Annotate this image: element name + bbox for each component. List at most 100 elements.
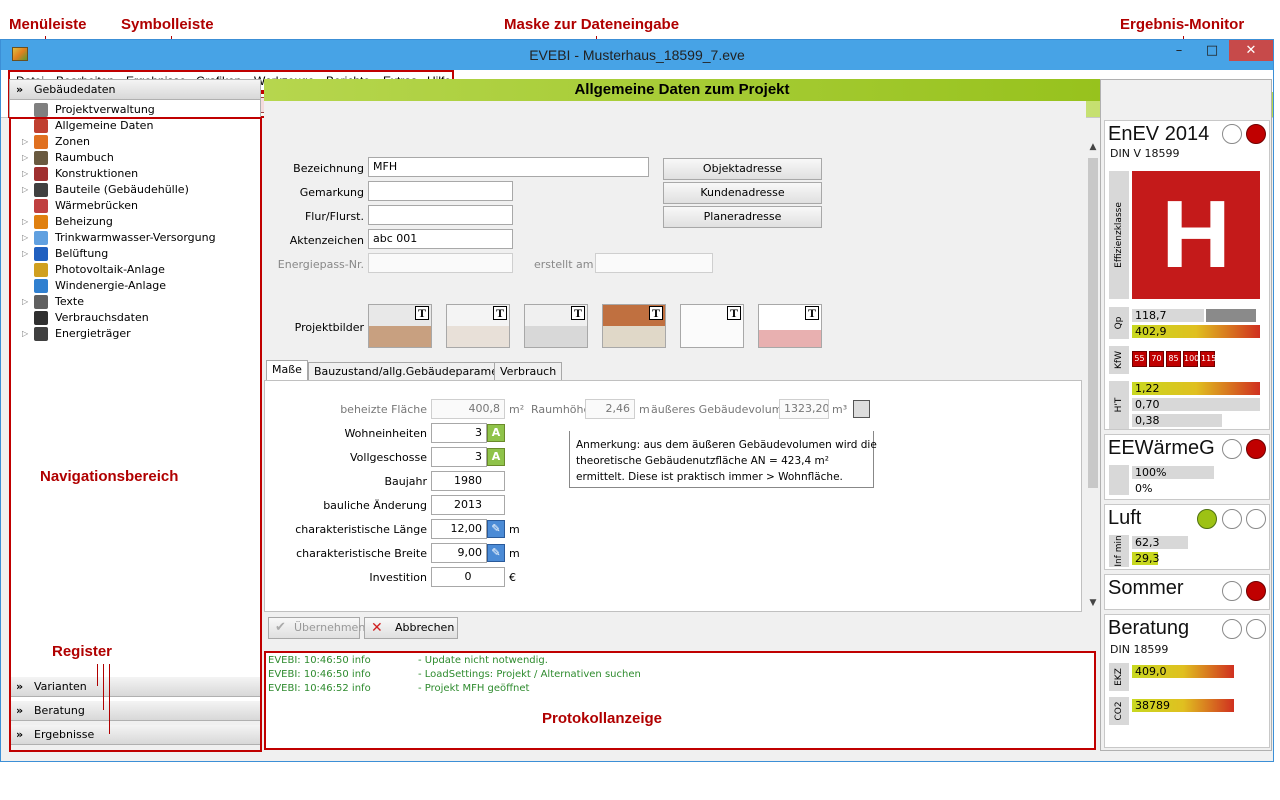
status-lamp-empty (1246, 509, 1266, 529)
eewaermeg-label (1109, 465, 1129, 495)
ht-bar: 1,22 (1132, 382, 1260, 395)
eewaermeg-title: EEWärmeG (1108, 437, 1215, 459)
text-icon: T (727, 306, 741, 320)
project-image-3[interactable]: T (524, 304, 588, 348)
kfw-level-55: 55 (1132, 351, 1147, 367)
text-icon: T (415, 306, 429, 320)
vollgeschosse-field[interactable]: 3 (431, 447, 487, 467)
abbrechen-button[interactable]: ✕ Abbrechen (364, 617, 458, 639)
auto-calc-icon[interactable]: A (487, 448, 505, 466)
unit-m2: m² (509, 403, 525, 416)
sommer-title: Sommer (1108, 577, 1184, 599)
label-bezeichnung: Bezeichnung (293, 162, 364, 175)
effizienzklasse-label: Effizienzklasse (1109, 171, 1129, 299)
wohneinheiten-field[interactable]: 3 (431, 423, 487, 443)
kundenadresse-button[interactable]: Kundenadresse (663, 182, 822, 204)
unit-m: m (509, 523, 520, 536)
qp-label: Qp (1109, 307, 1129, 339)
enev-title: EnEV 2014 (1108, 123, 1210, 145)
edit-pencil-icon[interactable]: ✎ (487, 520, 505, 538)
qp-reference-bar (1206, 309, 1256, 322)
auto-calc-icon[interactable]: A (487, 424, 505, 442)
flur-field[interactable] (368, 205, 513, 225)
label-flur: Flur/Flurst. (304, 210, 364, 223)
close-icon[interactable]: ✕ (1229, 40, 1273, 61)
volumen-field: 1323,20 (779, 399, 829, 419)
annotation-log: Protokollanzeige (542, 710, 663, 727)
ekz-label: EKZ (1109, 663, 1129, 691)
breite-field[interactable]: 9,00 (431, 543, 487, 563)
tab-masse[interactable]: Maße (266, 360, 308, 381)
label-baujahr: Baujahr (384, 475, 427, 488)
co2-label: CO2 (1109, 697, 1129, 725)
gemarkung-field[interactable] (368, 181, 513, 201)
maximize-icon[interactable]: □ (1199, 40, 1225, 62)
annotation-mask: Maske zur Dateneingabe (504, 16, 680, 33)
objektadresse-button[interactable]: Objektadresse (663, 158, 822, 180)
tab-bauzustand[interactable]: Bauzustand/allg.Gebäudeparameter (308, 362, 520, 381)
annotation-nav: Navigationsbereich (40, 468, 179, 485)
unit-euro: € (509, 571, 516, 584)
nav-highlight (9, 117, 262, 752)
luft-title: Luft (1108, 507, 1142, 529)
project-image-2[interactable]: T (446, 304, 510, 348)
text-icon: T (649, 306, 663, 320)
ht-bar: 0,70 (1132, 398, 1260, 411)
co2-bar: 38789 (1132, 699, 1234, 712)
annotation-monitor: Ergebnis-Monitor (1120, 16, 1245, 33)
kfw-level-85: 85 (1166, 351, 1181, 367)
annotation-menubar: Menüleiste (9, 16, 87, 33)
energy-class-badge: H (1132, 171, 1260, 299)
label-aktenzeichen: Aktenzeichen (289, 234, 364, 247)
label-raumhoehe: Raumhöhe (531, 403, 591, 416)
planeradresse-button[interactable]: Planeradresse (663, 206, 822, 228)
masse-panel: beheizte Fläche 400,8 m² Raumhöhe 2,46 m… (264, 380, 1082, 612)
uebernehmen-button[interactable]: ✔ Übernehmen (268, 617, 365, 639)
investition-field[interactable]: 0 (431, 567, 505, 587)
scroll-up-icon[interactable]: ▲ (1087, 142, 1099, 152)
status-lamp-red (1246, 581, 1266, 601)
bezeichnung-field[interactable]: MFH (368, 157, 649, 177)
project-image-1[interactable]: T (368, 304, 432, 348)
annotation-line-register (97, 664, 98, 686)
label-wohneinheiten: Wohneinheiten (344, 427, 427, 440)
aktenzeichen-field[interactable]: abc 001 (368, 229, 513, 249)
edit-pencil-icon[interactable]: ✎ (487, 544, 505, 562)
unit-m3: m³ (832, 403, 848, 416)
baujahr-field[interactable]: 1980 (431, 471, 505, 491)
scroll-down-icon[interactable]: ▼ (1087, 598, 1099, 608)
label-laenge: charakteristische Länge (295, 523, 427, 536)
scroll-thumb[interactable] (1088, 158, 1098, 488)
uebernehmen-label: Übernehmen (294, 621, 366, 634)
nav-header-gebaeudedaten[interactable]: » Gebäudedaten (10, 80, 260, 100)
abbrechen-label: Abbrechen (395, 621, 455, 634)
bauliche-aenderung-field[interactable]: 2013 (431, 495, 505, 515)
status-lamp-empty (1222, 619, 1242, 639)
beratung-subtitle: DIN 18599 (1110, 643, 1169, 656)
status-lamp-empty (1222, 509, 1242, 529)
status-lamp-red (1246, 439, 1266, 459)
eewaermeg-bar: 0% (1135, 482, 1153, 495)
anmerkung-note: Anmerkung: aus dem äußeren Gebäudevolume… (569, 431, 877, 488)
beratung-title: Beratung (1108, 617, 1190, 639)
tab-verbrauch[interactable]: Verbrauch (494, 362, 563, 381)
cancel-x-icon: ✕ (371, 620, 383, 636)
minimize-icon[interactable]: – (1166, 40, 1192, 62)
note-line: theoretische Gebäudenutzfläche AN = 423,… (576, 455, 829, 467)
beheizte-flaeche-field: 400,8 (431, 399, 505, 419)
status-lamp-empty (1246, 619, 1266, 639)
project-image-6[interactable]: T (758, 304, 822, 348)
project-image-4[interactable]: T (602, 304, 666, 348)
project-management-icon (34, 103, 48, 117)
laenge-field[interactable]: 12,00 (431, 519, 487, 539)
scrollbar[interactable]: ▲ ▼ (1086, 140, 1100, 612)
status-lamp-green (1197, 509, 1217, 529)
text-icon: T (805, 306, 819, 320)
calculator-icon[interactable] (853, 400, 870, 418)
monitor-beratung: Beratung DIN 18599 EKZ 409,0 CO2 38789 (1104, 614, 1270, 748)
project-image-5[interactable]: T (680, 304, 744, 348)
eewaermeg-bar: 100% (1132, 466, 1214, 479)
text-icon: T (493, 306, 507, 320)
annotation-line-register (103, 664, 104, 710)
nav-item-label: Projektverwaltung (55, 103, 155, 116)
